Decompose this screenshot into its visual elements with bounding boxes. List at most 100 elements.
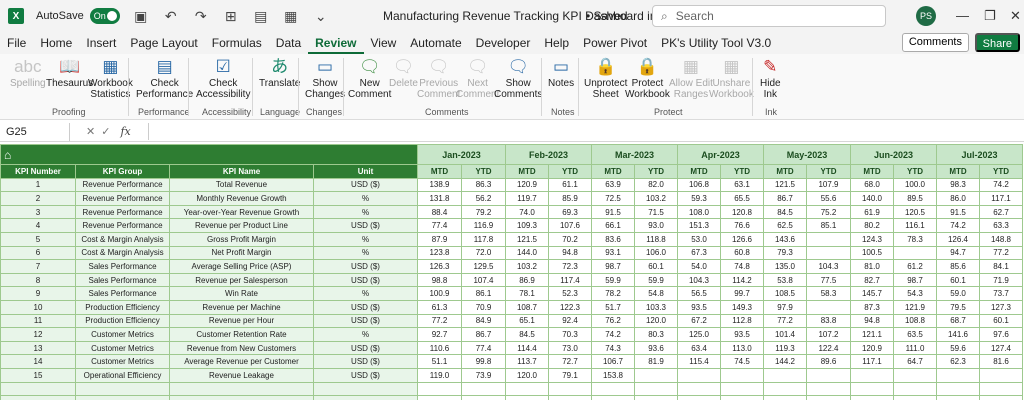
value-cell[interactable]: 77.4 — [461, 340, 506, 356]
value-cell[interactable] — [806, 299, 851, 315]
value-cell[interactable]: 85.9 — [548, 191, 592, 206]
hide-ink-button[interactable]: ✎ Hide Ink — [760, 56, 781, 100]
month-header[interactable]: Jun-2023 — [850, 144, 937, 165]
value-cell[interactable]: 80.3 — [634, 327, 678, 342]
value-cell[interactable]: 122.3 — [548, 299, 592, 315]
check-accessibility-button[interactable]: ☑ Check Accessibility — [196, 56, 250, 100]
value-cell[interactable]: 127.4 — [979, 340, 1023, 356]
redo-icon[interactable]: ↷ — [192, 8, 210, 25]
value-cell[interactable]: 97.9 — [763, 299, 807, 315]
kpi-group-cell[interactable]: Customer Metrics — [75, 340, 170, 356]
empty-cell[interactable] — [0, 395, 76, 400]
value-cell[interactable]: 121.1 — [850, 327, 894, 342]
value-cell[interactable]: 68.0 — [850, 177, 894, 193]
value-cell[interactable]: 71.9 — [979, 272, 1023, 288]
translate-button[interactable]: あ Translate — [259, 56, 300, 89]
value-cell[interactable]: 121.5 — [763, 177, 807, 193]
value-cell[interactable]: 94.8 — [548, 245, 592, 261]
empty-cell[interactable] — [763, 381, 807, 397]
share-button[interactable]: Share — [974, 33, 1020, 52]
value-cell[interactable]: 86.1 — [461, 286, 506, 301]
kpi-name-cell[interactable]: Customer Retention Rate — [169, 327, 314, 342]
value-cell[interactable]: 117.4 — [548, 272, 592, 288]
value-cell[interactable]: 70.3 — [548, 327, 592, 342]
unshare-workbook-button[interactable]: ▦ Unshare Workbook — [709, 56, 754, 100]
menu-tab-pk-s-utility-tool-v3-0[interactable]: PK's Utility Tool V3.0 — [654, 32, 778, 54]
unit-cell[interactable]: USD ($) — [313, 177, 418, 193]
saved-status[interactable]: • Saved — [586, 9, 628, 23]
empty-cell[interactable] — [677, 381, 721, 397]
empty-cell[interactable] — [591, 381, 635, 397]
value-cell[interactable]: 100.9 — [417, 286, 462, 301]
empty-cell[interactable] — [850, 395, 894, 400]
empty-cell[interactable] — [505, 395, 549, 400]
empty-cell[interactable] — [169, 381, 314, 397]
value-cell[interactable]: 79.2 — [461, 204, 506, 220]
value-cell[interactable]: 81.0 — [850, 259, 894, 274]
value-cell[interactable] — [893, 367, 937, 383]
value-cell[interactable]: 92.4 — [548, 313, 592, 329]
value-cell[interactable]: 66.1 — [591, 218, 635, 233]
value-cell[interactable]: 103.2 — [634, 191, 678, 206]
value-cell[interactable]: 98.8 — [417, 272, 462, 288]
value-cell[interactable]: 145.7 — [850, 286, 894, 301]
maximize-icon[interactable]: ❐ — [984, 8, 996, 24]
value-cell[interactable]: 79.3 — [763, 245, 807, 261]
kpi-name-cell[interactable]: Revenue per Machine — [169, 299, 314, 315]
value-cell[interactable]: 60.1 — [936, 272, 980, 288]
value-cell[interactable]: 74.2 — [936, 218, 980, 233]
value-cell[interactable] — [979, 367, 1023, 383]
value-cell[interactable]: 114.2 — [720, 272, 764, 288]
empty-cell[interactable] — [979, 381, 1023, 397]
kpi-name-cell[interactable]: Average Selling Price (ASP) — [169, 259, 314, 274]
value-cell[interactable]: 99.7 — [720, 286, 764, 301]
value-cell[interactable]: 116.1 — [893, 218, 937, 233]
value-cell[interactable]: 61.2 — [893, 259, 937, 274]
value-cell[interactable]: 80.2 — [850, 218, 894, 233]
menu-tab-page-layout[interactable]: Page Layout — [123, 32, 204, 54]
value-cell[interactable]: 144.2 — [763, 354, 807, 369]
value-cell[interactable]: 106.8 — [677, 177, 721, 193]
value-cell[interactable]: 120.8 — [720, 204, 764, 220]
kpi-name-cell[interactable]: Monthly Revenue Growth — [169, 191, 314, 206]
value-cell[interactable]: 127.3 — [979, 299, 1023, 315]
kpi-group-cell[interactable]: Revenue Performance — [75, 204, 170, 220]
value-cell[interactable] — [893, 245, 937, 261]
value-cell[interactable]: 54.3 — [893, 286, 937, 301]
value-cell[interactable]: 138.9 — [417, 177, 462, 193]
value-cell[interactable]: 88.4 — [417, 204, 462, 220]
empty-cell[interactable] — [417, 395, 462, 400]
kpi-number-cell[interactable]: 10 — [0, 299, 76, 315]
month-header[interactable]: May-2023 — [763, 144, 851, 165]
value-cell[interactable]: 74.2 — [591, 327, 635, 342]
empty-cell[interactable] — [677, 395, 721, 400]
value-cell[interactable] — [634, 367, 678, 383]
ytd-header[interactable]: YTD — [461, 164, 506, 179]
kpi-group-cell[interactable]: Sales Performance — [75, 286, 170, 301]
value-cell[interactable]: 73.7 — [979, 286, 1023, 301]
value-cell[interactable]: 61.1 — [548, 177, 592, 193]
value-cell[interactable]: 65.1 — [505, 313, 549, 329]
kpi-number-cell[interactable]: 9 — [0, 286, 76, 301]
unit-cell[interactable]: % — [313, 231, 418, 247]
empty-cell[interactable] — [75, 381, 170, 397]
value-cell[interactable]: 123.8 — [417, 245, 462, 261]
empty-cell[interactable] — [417, 381, 462, 397]
empty-cell[interactable] — [0, 381, 76, 397]
value-cell[interactable]: 108.0 — [677, 204, 721, 220]
value-cell[interactable]: 62.3 — [936, 354, 980, 369]
cancel-confirm-icon[interactable]: ✕✓ — [86, 125, 116, 138]
kpi-name-cell[interactable]: Total Revenue — [169, 177, 314, 193]
value-cell[interactable]: 111.0 — [893, 340, 937, 356]
customize-toolbar-icon[interactable]: ⌄ — [312, 8, 330, 25]
value-cell[interactable]: 73.9 — [461, 367, 506, 383]
value-cell[interactable]: 63.1 — [720, 177, 764, 193]
value-cell[interactable] — [806, 231, 851, 247]
home-icon[interactable]: ⌂ — [0, 144, 418, 165]
value-cell[interactable]: 60.1 — [979, 313, 1023, 329]
value-cell[interactable]: 71.5 — [634, 204, 678, 220]
value-cell[interactable]: 117.1 — [850, 354, 894, 369]
value-cell[interactable]: 106.7 — [591, 354, 635, 369]
value-cell[interactable]: 98.7 — [893, 272, 937, 288]
kpi-name-cell[interactable]: Revenue Leakage — [169, 367, 314, 383]
